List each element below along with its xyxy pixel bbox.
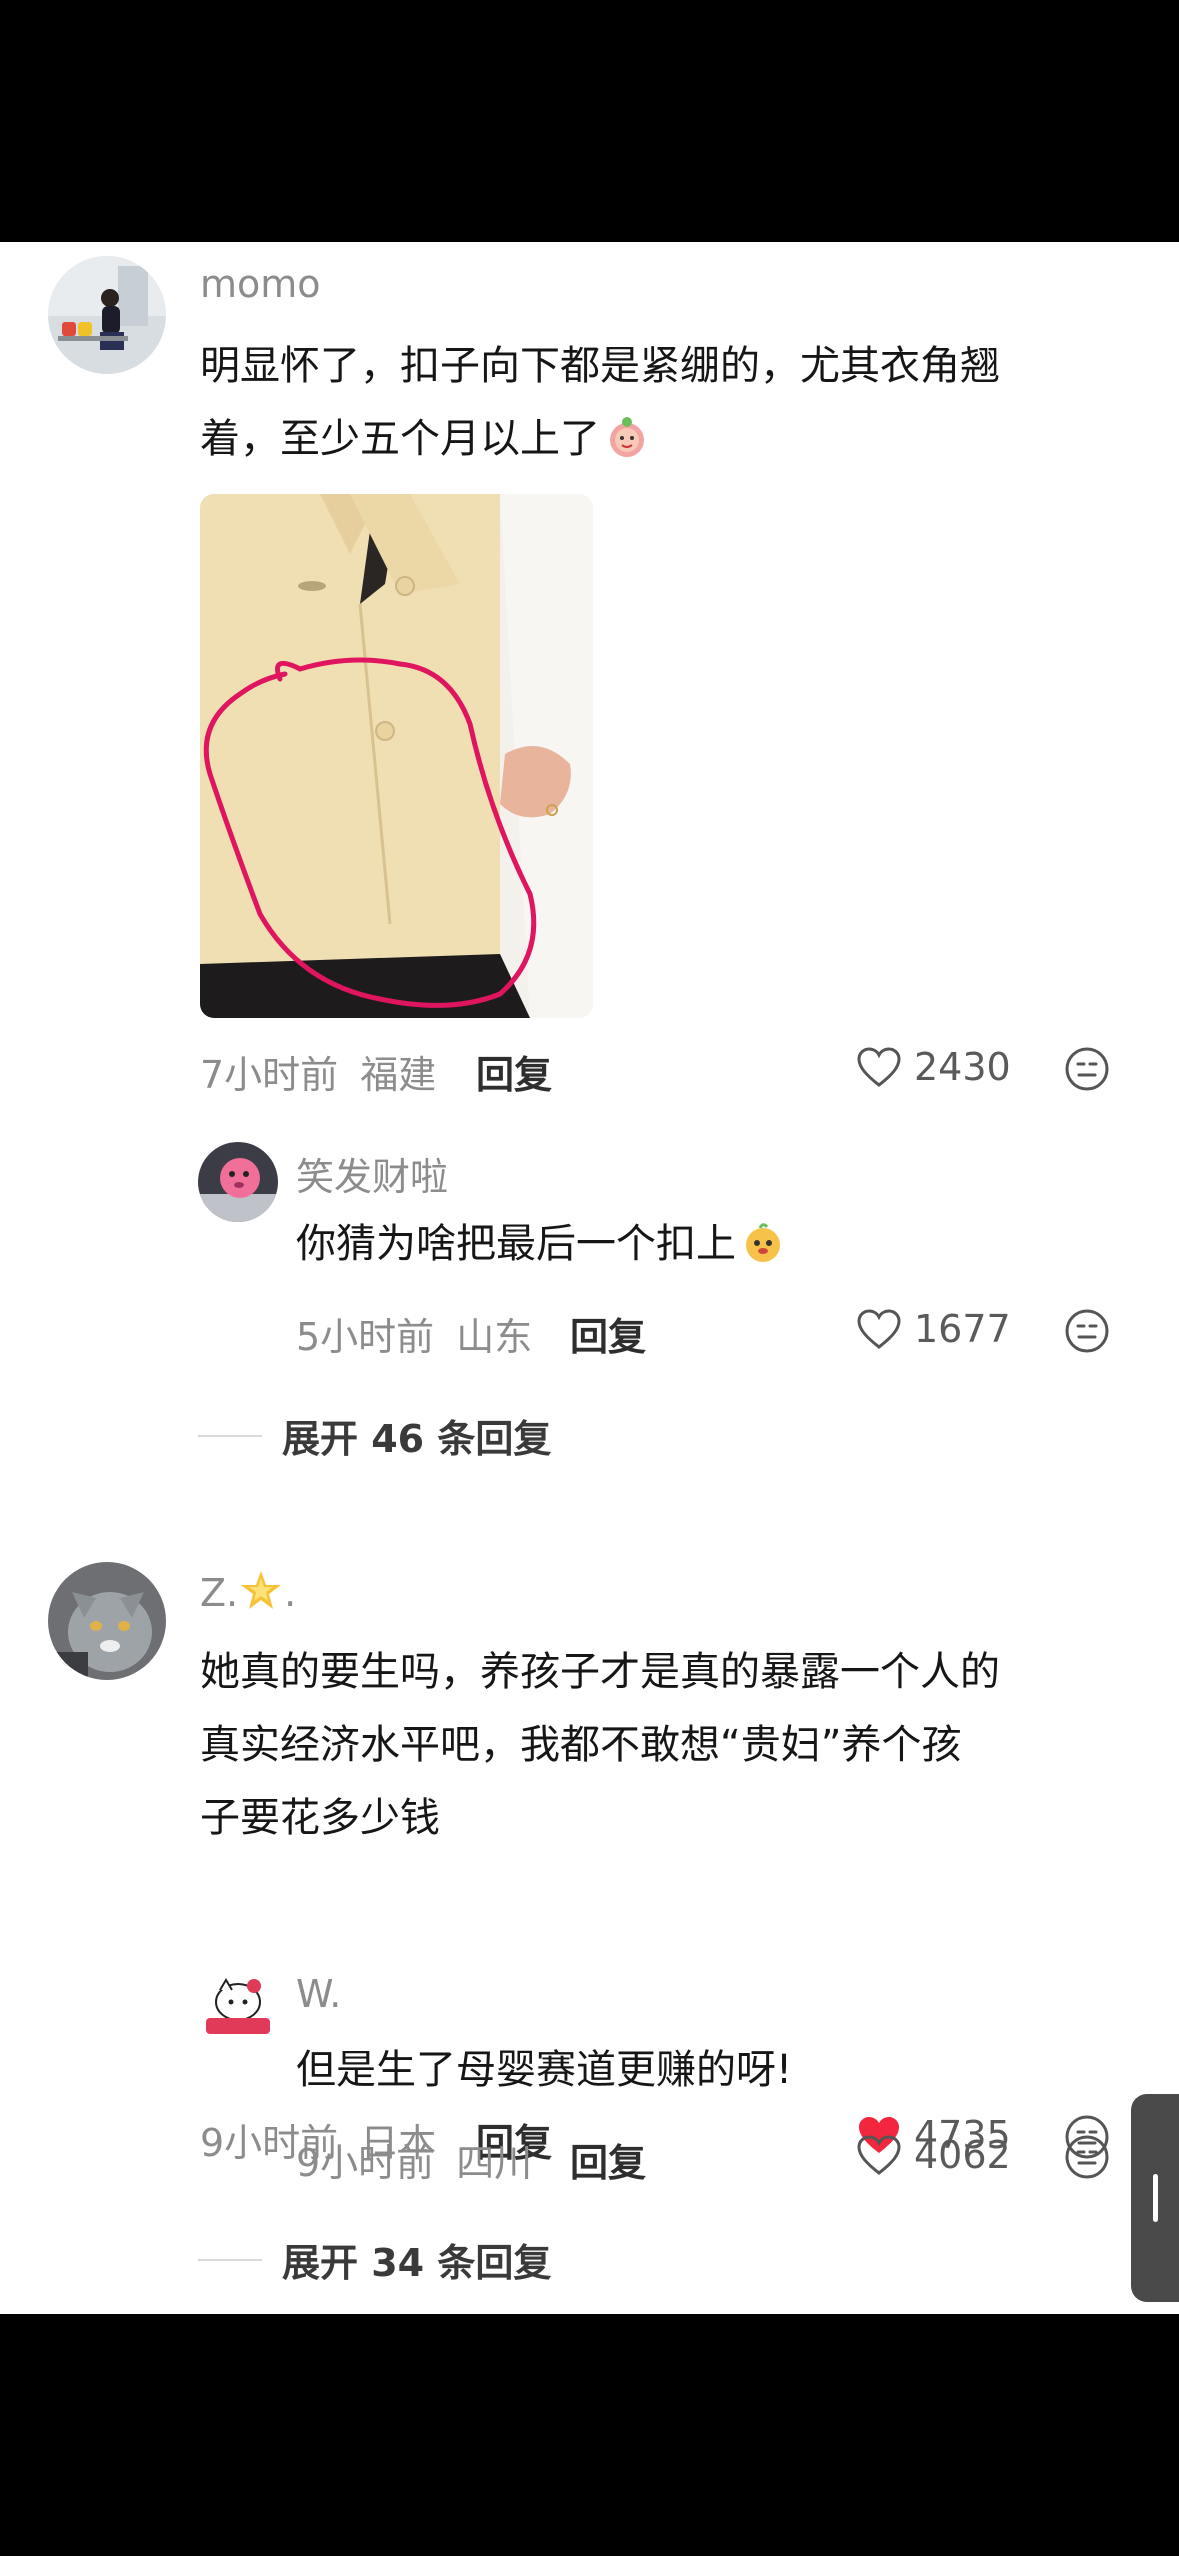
divider bbox=[198, 2258, 262, 2261]
reply-button[interactable]: 回复 bbox=[570, 1306, 646, 1361]
heart-outline-icon bbox=[857, 1309, 901, 1349]
reply-meta: 9小时前 四川 bbox=[296, 2132, 532, 2187]
star-emoji-icon bbox=[241, 1571, 282, 1609]
reply-text: 你猜为啥把最后一个扣上 bbox=[296, 1208, 1136, 1281]
heart-outline-icon bbox=[857, 2135, 901, 2175]
reply-username[interactable]: W. bbox=[296, 1972, 341, 2016]
expand-replies-label: 展开 46 条回复 bbox=[282, 1417, 552, 1461]
comment-text-line: 子要花多少钱 bbox=[200, 1795, 440, 1841]
comment-time: 7小时前 bbox=[200, 1053, 339, 1097]
emoji-face-icon[interactable] bbox=[1064, 1046, 1110, 1092]
expand-replies-label: 展开 34 条回复 bbox=[282, 2241, 552, 2285]
avatar[interactable] bbox=[48, 1562, 166, 1680]
scroll-handle[interactable] bbox=[1131, 2094, 1179, 2302]
reply-time: 9小时前 bbox=[296, 2141, 435, 2185]
comment-list[interactable]: momo 明显怀了，扣子向下都是紧绷的，尤其衣角翘 着，至少五个月以上了 7小时… bbox=[0, 242, 1179, 2314]
comment-meta: 7小时前 福建 bbox=[200, 1044, 436, 1099]
comment-location: 福建 bbox=[360, 1053, 437, 1097]
comment-text-line: 明显怀了，扣子向下都是紧绷的，尤其衣角翘 bbox=[200, 343, 1000, 389]
reply-username[interactable]: 笑发财啦 bbox=[296, 1146, 448, 1201]
peach-emoji-icon bbox=[746, 1223, 780, 1262]
emoji-face-icon[interactable] bbox=[1064, 2134, 1110, 2180]
like-count: 4062 bbox=[914, 2133, 1011, 2177]
expand-replies-button[interactable]: 展开 46 条回复 bbox=[198, 1408, 551, 1463]
reply-avatar[interactable] bbox=[198, 1968, 278, 2048]
like-count: 2430 bbox=[914, 1045, 1011, 1089]
reply-avatar[interactable] bbox=[198, 1142, 278, 1222]
top-black-bar bbox=[0, 0, 1179, 242]
reply-location: 山东 bbox=[456, 1315, 533, 1359]
comment-text-line: 真实经济水平吧，我都不敢想“贵妇”养个孩 bbox=[200, 1722, 962, 1768]
flower-emoji-icon bbox=[610, 417, 644, 457]
comment-text: 她真的要生吗，养孩子才是真的暴露一个人的 真实经济水平吧，我都不敢想“贵妇”养个… bbox=[200, 1636, 1140, 1855]
like-button[interactable]: 4062 bbox=[856, 2130, 1011, 2180]
emoji-face-icon[interactable] bbox=[1064, 1308, 1110, 1354]
reply-location: 四川 bbox=[456, 2141, 533, 2185]
like-count: 1677 bbox=[914, 1307, 1011, 1351]
like-button[interactable]: 2430 bbox=[856, 1042, 1011, 1092]
bottom-black-bar bbox=[0, 2314, 1179, 2556]
heart-outline-icon bbox=[857, 1047, 901, 1087]
comment-username[interactable]: momo bbox=[200, 262, 321, 306]
avatar[interactable] bbox=[48, 256, 166, 374]
reply-button[interactable]: 回复 bbox=[476, 1044, 552, 1099]
reply-meta: 5小时前 山东 bbox=[296, 1306, 532, 1361]
reply-button[interactable]: 回复 bbox=[570, 2132, 646, 2187]
comment-username[interactable]: Z.. bbox=[200, 1568, 296, 1615]
divider bbox=[198, 1434, 262, 1437]
expand-replies-button[interactable]: 展开 34 条回复 bbox=[198, 2232, 551, 2287]
comment-text-line: 她真的要生吗，养孩子才是真的暴露一个人的 bbox=[200, 1649, 1000, 1695]
scroll-grip bbox=[1153, 2174, 1158, 2222]
comment-text-line: 着，至少五个月以上了 bbox=[200, 403, 1140, 476]
like-button[interactable]: 1677 bbox=[856, 1304, 1011, 1354]
reply-time: 5小时前 bbox=[296, 1315, 435, 1359]
reply-text: 但是生了母婴赛道更赚的呀! bbox=[296, 2047, 793, 2093]
comment-image[interactable] bbox=[200, 494, 593, 1018]
comment-text: 明显怀了，扣子向下都是紧绷的，尤其衣角翘 着，至少五个月以上了 bbox=[200, 330, 1140, 476]
